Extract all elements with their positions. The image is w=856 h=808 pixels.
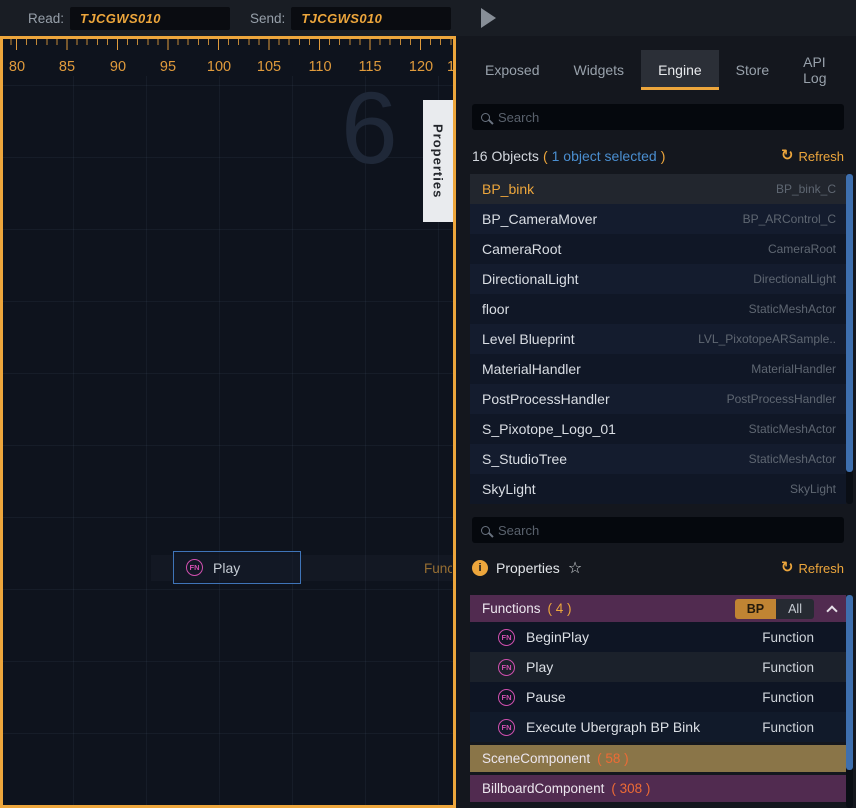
bp-all-toggle: BP All — [735, 599, 814, 619]
objects-header: 16 Objects ( 1 object selected ) ↻ Refre… — [472, 147, 844, 165]
object-row[interactable]: floor StaticMeshActor — [470, 294, 846, 324]
tab-api-log[interactable]: API Log — [786, 50, 856, 90]
ruler-number: 1 — [447, 59, 455, 75]
properties-header: i Properties ☆ ↻ Refresh — [472, 556, 844, 580]
ruler-number: 100 — [207, 59, 231, 75]
object-row[interactable]: S_Pixotope_Logo_01 StaticMeshActor — [470, 414, 846, 444]
collapse-chevron-icon[interactable] — [826, 605, 837, 616]
scrollbar-thumb[interactable] — [846, 174, 853, 472]
scrollbar-thumb[interactable] — [846, 595, 853, 770]
properties-refresh-button[interactable]: ↻ Refresh — [781, 559, 844, 577]
refresh-icon: ↻ — [781, 558, 794, 576]
function-row[interactable]: FN Execute Ubergraph BP Bink Function — [470, 712, 846, 742]
object-row[interactable]: SkyLight SkyLight — [470, 474, 846, 504]
object-row[interactable]: BP_bink BP_bink_C — [470, 174, 846, 204]
object-row[interactable]: Level Blueprint LVL_PixotopeARSample.. — [470, 324, 846, 354]
tab-engine[interactable]: Engine — [641, 50, 719, 90]
objects-scrollbar[interactable] — [846, 174, 853, 504]
paren-open: ( — [543, 148, 548, 164]
function-icon: FN — [498, 719, 515, 736]
viewport-play-label: Play — [213, 560, 240, 576]
function-icon: FN — [498, 659, 515, 676]
read-input[interactable] — [70, 7, 230, 30]
viewport-canvas[interactable]: 80 85 90 95 100 105 110 115 120 1 6 Prop… — [0, 36, 456, 808]
object-row[interactable]: MaterialHandler MaterialHandler — [470, 354, 846, 384]
object-row[interactable]: CameraRoot CameraRoot — [470, 234, 846, 264]
tab-widgets[interactable]: Widgets — [556, 50, 641, 90]
object-row[interactable]: DirectionalLight DirectionalLight — [470, 264, 846, 294]
objects-count: 16 Objects — [472, 148, 539, 164]
panel-tabs: Exposed Widgets Engine Store API Log — [468, 50, 856, 90]
search-icon — [481, 113, 490, 122]
refresh-label: Refresh — [798, 561, 844, 576]
function-icon: FN — [498, 689, 515, 706]
function-icon: FN — [498, 629, 515, 646]
objects-refresh-button[interactable]: ↻ Refresh — [781, 147, 844, 165]
function-row[interactable]: FN Pause Function — [470, 682, 846, 712]
tab-exposed[interactable]: Exposed — [468, 50, 556, 90]
read-label: Read: — [28, 11, 64, 26]
paren-close: ) — [661, 148, 666, 164]
right-panel: Exposed Widgets Engine Store API Log 16 … — [456, 36, 856, 808]
object-row[interactable]: BP_CameraMover BP_ARControl_C — [470, 204, 846, 234]
properties-search[interactable] — [472, 517, 844, 543]
billboardcomponent-section-header[interactable]: BillboardComponent ( 308 ) — [470, 775, 846, 802]
search-icon — [481, 526, 490, 535]
filter-all-button[interactable]: All — [776, 599, 814, 619]
functions-section-header[interactable]: Functions ( 4 ) BP All — [470, 595, 846, 622]
ruler-number: 85 — [59, 59, 75, 75]
properties-scrollbar[interactable] — [846, 595, 853, 808]
ruler-number: 80 — [9, 59, 25, 75]
filter-bp-button[interactable]: BP — [735, 599, 776, 619]
refresh-label: Refresh — [798, 149, 844, 164]
ruler-number: 110 — [308, 59, 331, 75]
ghost-function-text: Func — [424, 561, 452, 576]
tab-store[interactable]: Store — [719, 50, 786, 90]
properties-title: Properties — [496, 560, 560, 576]
send-input[interactable] — [291, 7, 451, 30]
info-icon[interactable]: i — [472, 560, 488, 576]
function-row[interactable]: FN Play Function — [470, 652, 846, 682]
favorite-star-icon[interactable]: ☆ — [568, 558, 582, 578]
ruler-number: 95 — [160, 59, 176, 75]
object-row[interactable]: PostProcessHandler PostProcessHandler — [470, 384, 846, 414]
refresh-icon: ↻ — [781, 146, 794, 164]
ruler-number: 90 — [110, 59, 126, 75]
selected-count: 1 object selected — [552, 148, 657, 164]
properties-search-input[interactable] — [498, 523, 835, 538]
objects-search-input[interactable] — [498, 110, 835, 125]
function-icon: FN — [186, 559, 203, 576]
play-icon[interactable] — [481, 8, 496, 28]
viewport-grid — [3, 76, 453, 805]
ruler-number: 105 — [257, 59, 281, 75]
watermark-digit: 6 — [341, 77, 398, 179]
function-row[interactable]: FN BeginPlay Function — [470, 622, 846, 652]
object-row[interactable]: S_StudioTree StaticMeshActor — [470, 444, 846, 474]
send-label: Send: — [250, 11, 285, 26]
objects-search[interactable] — [472, 104, 844, 130]
top-bar: Read: Send: — [0, 0, 856, 36]
ruler-number: 120 — [409, 59, 433, 75]
viewport-play-button[interactable]: FN Play — [173, 551, 301, 584]
scenecomponent-section-header[interactable]: SceneComponent ( 58 ) — [470, 745, 846, 772]
properties-flyout-tab[interactable]: Properties — [423, 100, 453, 222]
ruler-ticks-major — [3, 39, 453, 50]
object-list: BP_bink BP_bink_C BP_CameraMover BP_ARCo… — [470, 174, 846, 504]
